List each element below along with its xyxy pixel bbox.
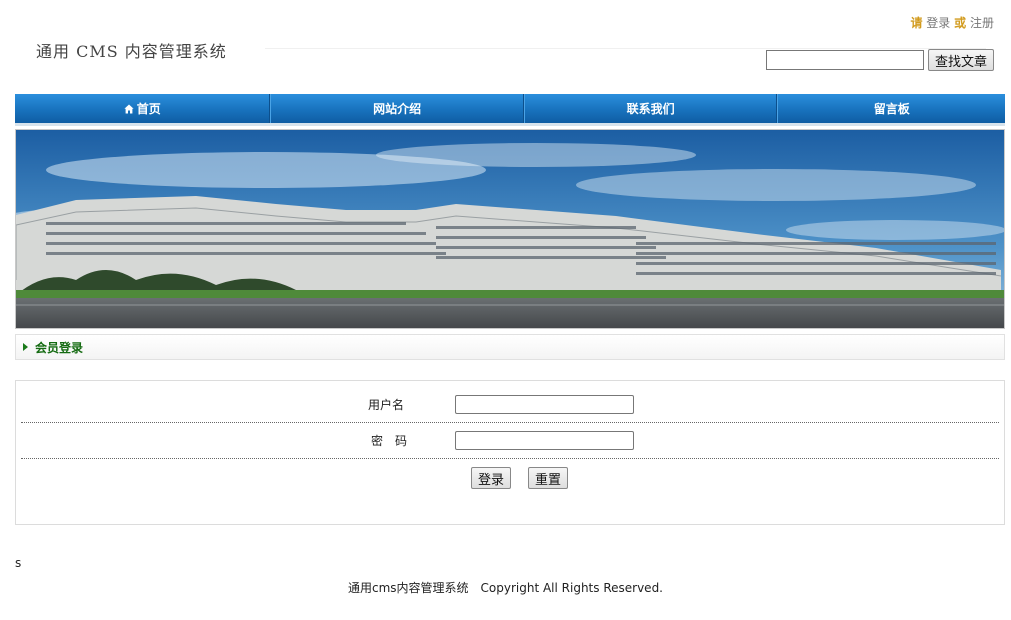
reset-button[interactable]: 重置 (528, 467, 569, 489)
footer-copyright: 通用cms内容管理系统 Copyright All Rights Reserve… (347, 581, 663, 595)
nav-item-home[interactable]: 首页 (15, 94, 271, 123)
site-title: 通用 CMS 内容管理系统 (36, 42, 227, 61)
section-title: 会员登录 (35, 340, 84, 355)
username-row: 用户名 (21, 386, 999, 423)
banner-image (15, 129, 1005, 329)
password-row: 密 码 (21, 422, 999, 459)
nav-item-guestbook[interactable]: 留言板 (777, 94, 1005, 123)
username-field[interactable] (455, 394, 634, 414)
top-auth-links: 请 登录 或 注册 (910, 14, 994, 31)
member-login-header: 会员登录 (15, 334, 1005, 360)
login-link[interactable]: 登录 (926, 16, 950, 30)
login-button[interactable]: 登录 (471, 467, 512, 489)
form-buttons: 登录 重置 (471, 467, 569, 489)
login-form: 用户名 密 码 登录 重置 (15, 380, 1005, 525)
search-input[interactable] (765, 50, 924, 70)
nav-item-label: 联系我们 (626, 102, 675, 116)
search-button[interactable]: 查找文章 (927, 49, 994, 71)
triangle-right-icon (23, 343, 28, 351)
register-link[interactable]: 注册 (970, 16, 994, 30)
home-icon (124, 104, 134, 113)
password-field[interactable] (455, 430, 634, 450)
search-bar: 查找文章 (765, 49, 994, 71)
main-nav: 首页 网站介绍 联系我们 留言板 (15, 94, 1005, 126)
or-text: 或 (954, 16, 967, 30)
nav-item-label: 留言板 (873, 102, 910, 116)
nav-item-contact[interactable]: 联系我们 (523, 94, 778, 123)
nav-item-about[interactable]: 网站介绍 (270, 94, 524, 123)
stray-text: s (15, 556, 22, 570)
prompt-text: 请 (910, 16, 923, 30)
password-label: 密 码 (371, 433, 408, 448)
username-label: 用户名 (368, 397, 405, 412)
nav-item-label: 首页 (136, 102, 161, 116)
nav-item-label: 网站介绍 (373, 102, 422, 116)
campus-building-photo (16, 130, 1004, 328)
